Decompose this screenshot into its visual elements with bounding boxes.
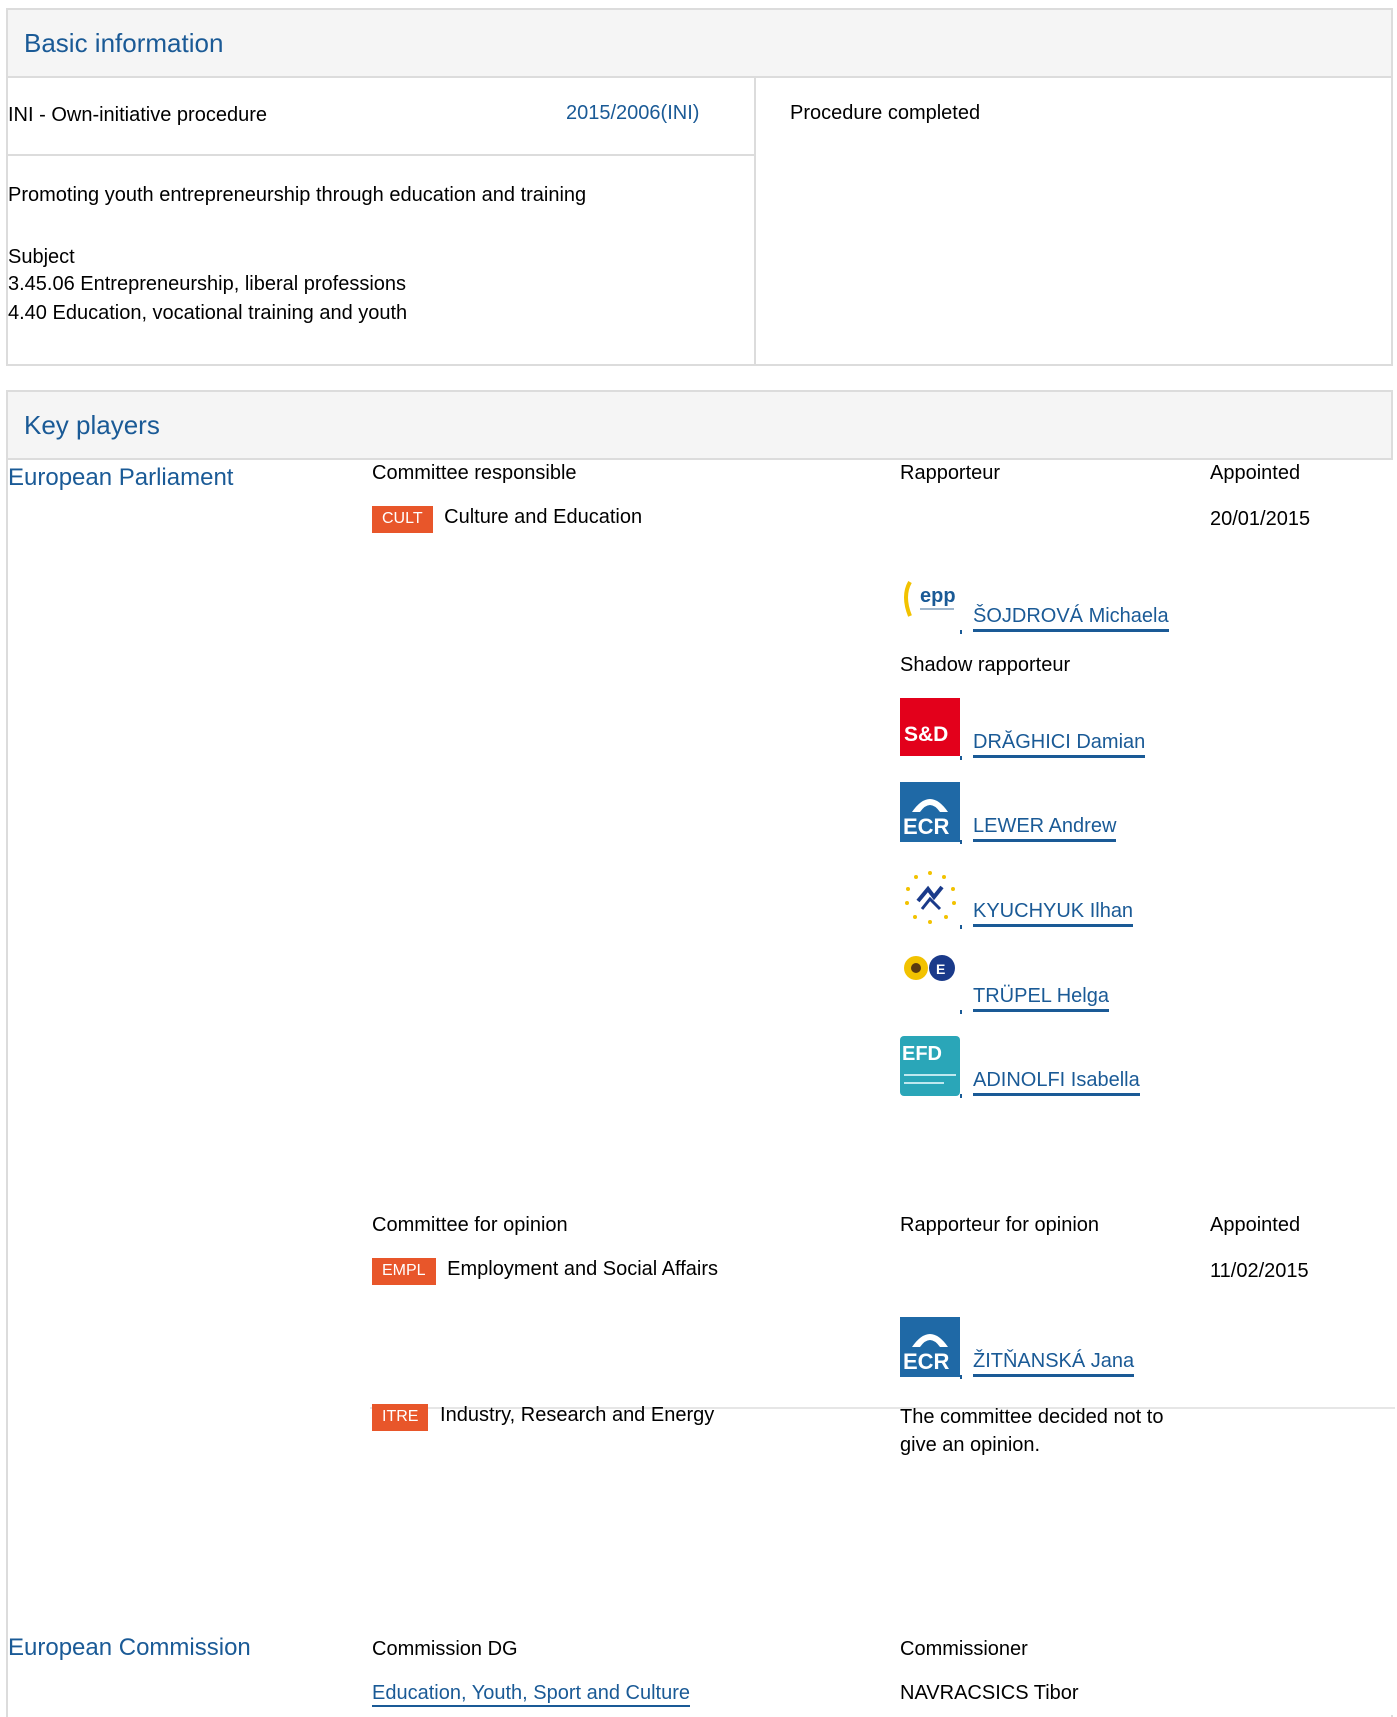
basic-information-header: Basic information [8, 10, 1391, 78]
greens-logo-icon: E [900, 952, 960, 1012]
subject-item: 3.45.06 Entrepreneurship, liberal profes… [8, 273, 407, 295]
committee-name: Employment and Social Affairs [447, 1258, 719, 1280]
committee-badge: ITRE [372, 1404, 429, 1431]
committee-name: Industry, Research and Energy [440, 1404, 715, 1426]
committee-name: Culture and Education [444, 506, 643, 528]
basic-information-panel: Basic information INI - Own-initiative p… [6, 8, 1393, 366]
col-appointed: Appointed [1210, 462, 1301, 484]
svg-text:epp: epp [920, 585, 956, 607]
subject-item: 4.40 Education, vocational training and … [8, 302, 408, 324]
procedure-reference-link[interactable]: 2015/2006(INI) [566, 102, 699, 125]
key-players-title: Key players [24, 410, 160, 440]
procedure-status: Procedure completed [790, 102, 981, 124]
key-players-header: Key players [8, 392, 1391, 460]
european-parliament-label: European Parliament [8, 464, 234, 491]
shadow-rapporteur-link[interactable]: ADINOLFI Isabella [973, 1068, 1140, 1096]
col-rapporteur: Rapporteur [900, 462, 1001, 484]
col-committee-responsible: Committee responsible [372, 462, 577, 484]
no-opinion-note: The committee decided not to [900, 1406, 1164, 1428]
procedure-type: INI - Own-initiative procedure [8, 104, 267, 126]
subject-label: Subject [8, 246, 75, 268]
svg-text:ECR: ECR [903, 1349, 950, 1374]
svg-text:S&D: S&D [904, 723, 948, 746]
svg-text:EFD: EFD [902, 1043, 942, 1065]
shadow-rapporteur-label: Shadow rapporteur [900, 654, 1071, 676]
ep-table [370, 460, 1395, 1715]
col-commissioner: Commissioner [900, 1638, 1028, 1660]
svg-text:ECR: ECR [903, 814, 950, 839]
committee-for-opinion-entry: ITRE Industry, Research and Energy [372, 1404, 714, 1431]
key-players-panel: Key players European Parliament European… [6, 390, 1395, 1717]
no-opinion-note: give an opinion. [900, 1434, 1041, 1456]
shadow-rapporteur-link[interactable]: KYUCHYUK Ilhan [973, 899, 1134, 927]
shadow-rapporteur-link[interactable]: TRÜPEL Helga [973, 984, 1109, 1012]
shadow-rapporteur-link[interactable]: LEWER Andrew [973, 814, 1117, 842]
col-rapporteur-for-opinion: Rapporteur for opinion [900, 1214, 1100, 1236]
procedure-row: INI - Own-initiative procedure 2015/2006… [8, 78, 754, 156]
committee-for-opinion-entry: EMPL Employment and Social Affairs [372, 1258, 718, 1285]
shadow-rapporteur-link[interactable]: DRĂGHICI Damian [973, 730, 1146, 758]
basic-information-title: Basic information [24, 28, 224, 58]
ecr-logo-icon: ECR [900, 782, 960, 842]
basic-information-left: INI - Own-initiative procedure 2015/2006… [8, 78, 756, 364]
opinion-rapporteur-link[interactable]: ŽITŇANSKÁ Jana [973, 1349, 1135, 1377]
epp-logo-icon: epp [900, 572, 960, 632]
svg-text:E: E [936, 961, 945, 977]
european-commission-label: European Commission [8, 1634, 251, 1661]
commission-dg-link[interactable]: Education, Youth, Sport and Culture [372, 1682, 691, 1707]
committee-badge: CULT [372, 506, 433, 533]
efdd-logo-icon: EFD [900, 1036, 960, 1096]
ecr-logo-icon: ECR [900, 1317, 960, 1377]
procedure-title: Promoting youth entrepreneurship through… [8, 184, 587, 206]
col-appointed: Appointed [1210, 1214, 1301, 1236]
committee-badge: EMPL [372, 1258, 436, 1285]
appointed-date: 11/02/2015 [1210, 1260, 1309, 1282]
rapporteur-name-link[interactable]: ŠOJDROVÁ Michaela [973, 604, 1169, 632]
col-committee-for-opinion: Committee for opinion [372, 1214, 568, 1236]
sd-logo-icon: S&D [900, 698, 960, 758]
commissioner-name: NAVRACSICS Tibor [900, 1682, 1079, 1704]
alde-logo-icon [900, 867, 960, 927]
committee-responsible-entry: CULT Culture and Education [372, 506, 642, 533]
col-commission-dg: Commission DG [372, 1638, 518, 1660]
appointed-date: 20/01/2015 [1210, 508, 1311, 530]
